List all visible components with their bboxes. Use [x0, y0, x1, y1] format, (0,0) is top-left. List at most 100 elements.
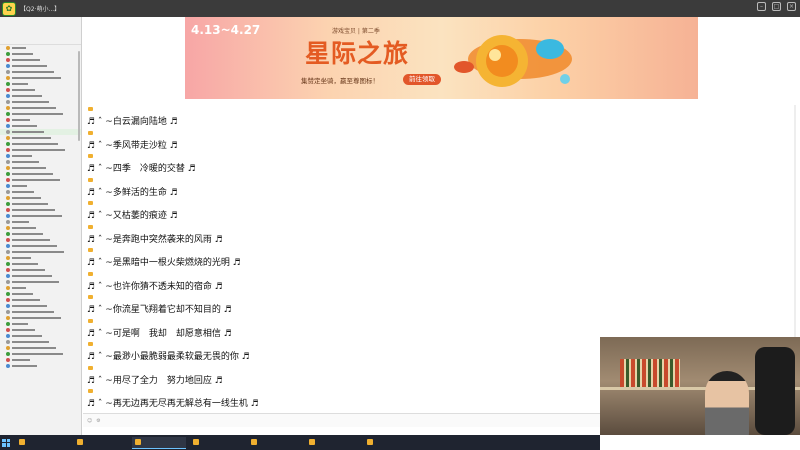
spaceship-planet-illustration — [454, 35, 572, 87]
user-level-badge-icon — [88, 248, 93, 252]
user-status-icon — [6, 82, 10, 86]
channel-tree-item-label — [12, 113, 63, 115]
channel-tree-item-label — [12, 221, 29, 223]
channel-tree-item-label — [12, 257, 31, 259]
user-status-icon — [6, 76, 10, 80]
channel-tree-item-label — [12, 185, 27, 187]
user-status-icon — [6, 184, 10, 188]
chat-message-meta — [88, 107, 95, 113]
user-level-badge-icon — [88, 342, 93, 346]
user-status-icon — [6, 118, 10, 122]
user-status-icon — [6, 64, 10, 68]
user-level-badge-icon — [88, 201, 93, 205]
user-status-icon — [6, 244, 10, 248]
user-status-icon — [6, 262, 10, 266]
chat-message-text: ♬ ˆ ~是黑暗中一根火柴燃烧的光明 ♬ — [87, 258, 241, 268]
taskbar-app[interactable] — [132, 436, 186, 449]
user-status-icon — [6, 142, 10, 146]
taskbar-app[interactable] — [190, 437, 244, 449]
user-status-icon — [6, 202, 10, 206]
chat-message[interactable]: ♬ ˆ ~是奔跑中突然袭来的风雨 ♬ — [83, 223, 800, 247]
channel-header-line — [2, 27, 79, 33]
chat-message[interactable]: ♬ ˆ ~多鲜活的生命 ♬ — [83, 176, 800, 200]
chat-message[interactable]: ♬ ˆ ~也许你猜不透未知的宿命 ♬ — [83, 270, 800, 294]
channel-list[interactable] — [0, 45, 81, 369]
user-status-icon — [6, 322, 10, 326]
chat-message[interactable]: ♬ ˆ ~是黑暗中一根火柴燃烧的光明 ♬ — [83, 246, 800, 270]
taskbar-app[interactable] — [306, 437, 360, 449]
chat-message[interactable]: ♬ ˆ ~白云漏向陆地 ♬ — [83, 105, 800, 129]
channel-tree-item-label — [12, 347, 56, 349]
chat-message-meta — [88, 177, 95, 184]
user-status-icon — [6, 334, 10, 338]
taskbar-app[interactable] — [248, 437, 302, 449]
user-level-badge-icon — [88, 318, 93, 323]
channel-tree-item-label — [12, 203, 48, 205]
channel-tree-item-label — [12, 101, 49, 103]
user-status-icon — [6, 100, 10, 104]
user-status-icon — [6, 358, 10, 362]
user-status-icon — [6, 340, 10, 344]
chat-message[interactable]: ♬ ˆ ~四季 冷暖的交替 ♬ — [83, 152, 800, 176]
channel-tree-item-label — [12, 329, 35, 331]
channel-tree-item-label — [12, 215, 62, 217]
channel-tree-item-label — [12, 305, 47, 307]
user-status-icon — [6, 238, 10, 242]
channel-tree-item-label — [12, 59, 40, 61]
channel-tree-item-label — [12, 191, 34, 193]
channel-tree-item[interactable] — [0, 363, 81, 369]
channel-tree-item-label — [12, 341, 49, 343]
channel-tree-item-label — [12, 275, 52, 277]
event-banner[interactable]: 4.13~4.27 游戏宝贝 | 第二季 星际之旅 集赞定坐骑，赢至尊图标！ 前… — [185, 17, 698, 99]
taskbar-app-icon — [251, 439, 257, 445]
chat-message-text: ♬ ˆ ~也许你猜不透未知的宿命 ♬ — [87, 281, 223, 292]
channel-header-line — [2, 35, 79, 41]
channel-tree-item-label — [12, 251, 64, 253]
channel-tree-item-label — [12, 161, 39, 163]
webcam-chair — [755, 347, 795, 435]
user-level-badge-icon — [88, 389, 93, 393]
settings-icon[interactable]: ⚙ — [96, 418, 100, 424]
taskbar-app[interactable] — [74, 437, 128, 449]
start-menu-icon[interactable] — [2, 438, 10, 447]
channel-tree-item-label — [12, 209, 55, 211]
user-status-icon — [6, 304, 10, 308]
chat-message-meta — [88, 295, 95, 301]
user-status-icon — [6, 106, 10, 110]
emoji-icon[interactable]: ☺ — [87, 418, 92, 424]
taskbar-app-icon — [367, 439, 373, 445]
close-icon[interactable]: × — [787, 2, 796, 11]
banner-date: 4.13~4.27 — [191, 23, 261, 37]
webcam-video — [600, 337, 800, 435]
user-status-icon — [6, 130, 10, 134]
taskbar-app[interactable] — [16, 437, 70, 449]
chat-message[interactable]: ♬ ˆ ~季风带走沙粒 ♬ — [83, 129, 800, 153]
channel-tree-item-label — [12, 323, 28, 325]
channel-list-scrollbar[interactable] — [78, 51, 80, 141]
user-status-icon — [6, 220, 10, 224]
channel-tree-item-label — [12, 299, 40, 301]
chat-input-field[interactable] — [105, 417, 600, 425]
banner-cta-button[interactable]: 前往领取 — [403, 74, 441, 85]
user-level-badge-icon — [88, 130, 93, 135]
chat-message-text: ♬ ˆ ~季风带走沙粒 ♬ — [87, 140, 178, 151]
user-status-icon — [6, 298, 10, 302]
chat-message-meta — [88, 130, 95, 137]
chat-message-text: ♬ ˆ ~白云漏向陆地 ♬ — [87, 117, 178, 127]
channel-tree-item-label — [12, 353, 63, 355]
minimize-icon[interactable]: – — [757, 2, 766, 11]
user-status-icon — [6, 292, 10, 296]
maximize-icon[interactable]: □ — [772, 2, 781, 11]
user-status-icon — [6, 46, 10, 50]
channel-tree-item-label — [12, 47, 26, 49]
channel-tree-item-label — [12, 167, 46, 169]
user-status-icon — [6, 52, 10, 56]
chat-message-meta — [88, 365, 95, 372]
user-level-badge-icon — [88, 154, 93, 158]
chat-message[interactable]: ♬ ˆ ~又枯萎的痕迹 ♬ — [83, 199, 800, 223]
user-level-badge-icon — [88, 271, 93, 276]
chat-message[interactable]: ♬ ˆ ~你流星飞翔着它却不知目的 ♬ — [83, 293, 800, 317]
channel-panel-header — [0, 17, 81, 45]
taskbar-app[interactable] — [364, 437, 418, 449]
chat-input-bar[interactable]: ☺ ⚙ — [83, 413, 600, 427]
